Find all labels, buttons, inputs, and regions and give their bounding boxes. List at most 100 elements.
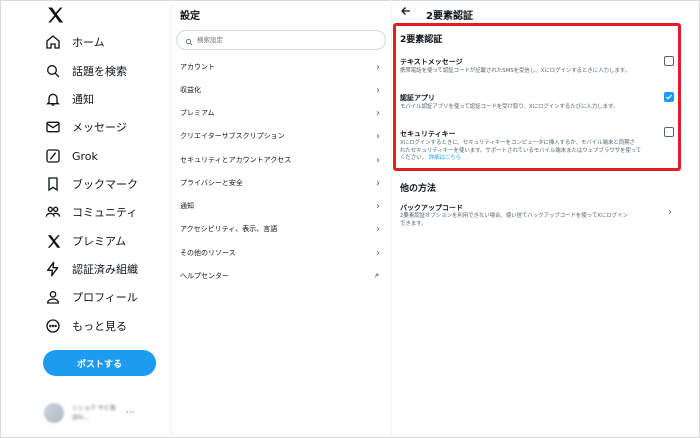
desc-line: 2要素認証オプションを利用できない場合、使い捨てバックアップコードを使ってXにロ… bbox=[400, 213, 628, 219]
chevron-right-icon: › bbox=[376, 130, 380, 142]
profile-icon bbox=[44, 288, 62, 306]
bookmark-icon bbox=[44, 175, 62, 193]
settings-item-label: ヘルプセンター bbox=[180, 272, 229, 280]
security-key-checkbox[interactable] bbox=[664, 127, 674, 137]
nav-label: プレミアム bbox=[72, 235, 127, 248]
backup-codes-item[interactable]: バックアップコード 2要素認証オプションを利用できない場合、使い捨てバックアップ… bbox=[392, 200, 682, 232]
learn-more-link[interactable]: 詳細はこちら bbox=[429, 155, 461, 161]
settings-item-label: アカウント bbox=[180, 63, 215, 71]
settings-item-label: アクセシビリティ、表示、言語 bbox=[180, 225, 278, 233]
desc-line: ください。 詳細はこちら bbox=[400, 155, 670, 163]
option-desc-sms: 携帯電話を使って認証コードが記載されたSMSを受信し、Xにログインするときに入力… bbox=[400, 68, 631, 74]
nav-item-verified-orgs[interactable]: 認証済み組織 bbox=[44, 256, 164, 282]
mail-icon bbox=[44, 118, 62, 136]
auth-app-checkbox[interactable] bbox=[664, 92, 674, 102]
settings-item-label: セキュリティとアカウントアクセス bbox=[180, 156, 292, 164]
account-name: シショク サビ島 bbox=[72, 405, 116, 412]
nav-label: 通知 bbox=[72, 93, 94, 106]
desc-line: Xにログインするときに、セキュリティキーをコンピュータに挿入するか、モバイル端末… bbox=[400, 140, 635, 146]
settings-item-accessibility[interactable]: アクセシビリティ、表示、言語 › bbox=[172, 219, 392, 239]
nav-item-bookmarks[interactable]: ブックマーク bbox=[44, 171, 164, 197]
two-factor-detail: 2要素認証 2要素認証 テキストメッセージ 携帯電話を使って認証コードが記載され… bbox=[392, 0, 700, 438]
home-icon bbox=[44, 33, 62, 51]
more-icon bbox=[44, 317, 62, 335]
settings-item-resources[interactable]: その他のリソース › bbox=[172, 243, 392, 263]
option-desc-security-key: Xにログインするときに、セキュリティキーをコンピュータに挿入するか、モバイル端末… bbox=[400, 140, 670, 163]
nav-item-notifications[interactable]: 通知 bbox=[44, 86, 164, 112]
search-icon bbox=[185, 31, 193, 50]
x-premium-icon bbox=[44, 232, 62, 250]
desc-text: ください。 bbox=[400, 155, 427, 161]
back-arrow-icon[interactable] bbox=[400, 5, 412, 20]
settings-item-privacy[interactable]: プライバシーと安全 › bbox=[172, 173, 392, 193]
nav-label: メッセージ bbox=[72, 121, 127, 134]
chevron-right-icon: › bbox=[376, 154, 380, 166]
settings-item-security[interactable]: セキュリティとアカウントアクセス › bbox=[172, 150, 392, 170]
chevron-right-icon: › bbox=[376, 200, 380, 212]
chevron-right-icon: › bbox=[376, 107, 380, 119]
settings-column: 設定 アカウント › 収益化 › プレミアム › クリエイターサブスクリプション… bbox=[172, 0, 392, 438]
nav-label: 認証済み組織 bbox=[72, 263, 138, 276]
checkmark-icon bbox=[665, 94, 673, 100]
nav-item-more[interactable]: もっと見る bbox=[44, 313, 164, 339]
nav-item-communities[interactable]: コミュニティ bbox=[44, 199, 164, 225]
option-desc-auth-app: モバイル認証アプリを使って認証コードを受け取り、Xにログインするたびに入力します… bbox=[400, 104, 619, 110]
nav-label: Grok bbox=[72, 149, 98, 163]
nav-item-premium[interactable]: プレミアム bbox=[44, 228, 164, 254]
nav-label: 話題を検索 bbox=[72, 65, 127, 78]
settings-item-label: 通知 bbox=[180, 202, 194, 210]
nav-item-grok[interactable]: Grok bbox=[44, 143, 164, 169]
settings-item-creator-subscriptions[interactable]: クリエイターサブスクリプション › bbox=[172, 126, 392, 146]
desc-line: できます。 bbox=[400, 220, 427, 227]
bell-icon bbox=[44, 90, 62, 108]
chevron-right-icon: › bbox=[376, 247, 380, 259]
nav-label: コミュニティ bbox=[72, 206, 138, 219]
nav-label: ブックマーク bbox=[72, 178, 138, 191]
settings-item-account[interactable]: アカウント › bbox=[172, 57, 392, 77]
settings-item-label: クリエイターサブスクリプション bbox=[180, 132, 285, 140]
nav-item-messages[interactable]: メッセージ bbox=[44, 114, 164, 140]
x-logo-icon[interactable] bbox=[46, 6, 66, 26]
nav-item-profile[interactable]: プロフィール bbox=[44, 284, 164, 310]
sms-checkbox[interactable] bbox=[664, 56, 674, 66]
chevron-right-icon: › bbox=[376, 223, 380, 235]
post-button[interactable]: ポストする bbox=[43, 350, 156, 376]
nav-label: もっと見る bbox=[72, 320, 127, 333]
settings-item-label: 収益化 bbox=[180, 86, 201, 94]
settings-search[interactable] bbox=[176, 30, 386, 50]
community-icon bbox=[44, 203, 62, 221]
nav-label: ホーム bbox=[72, 36, 105, 49]
backup-codes-desc: 2要素認証オプションを利用できない場合、使い捨てバックアップコードを使ってXにロ… bbox=[400, 213, 668, 228]
more-dots-icon: ··· bbox=[125, 408, 135, 418]
lightning-icon bbox=[44, 260, 62, 278]
other-methods-title: 他の方法 bbox=[400, 184, 437, 194]
chevron-right-icon: › bbox=[376, 61, 380, 73]
option-title-sms: テキストメッセージ bbox=[400, 58, 463, 66]
settings-item-label: その他のリソース bbox=[180, 249, 236, 257]
option-title-security-key: セキュリティキー bbox=[400, 130, 456, 138]
nav-item-home[interactable]: ホーム bbox=[44, 29, 164, 55]
search-input[interactable] bbox=[197, 36, 367, 44]
option-title-auth-app: 認証アプリ bbox=[400, 94, 435, 102]
section-title: 2要素認証 bbox=[400, 35, 443, 45]
settings-item-notifications[interactable]: 通知 › bbox=[172, 196, 392, 216]
settings-item-label: プライバシーと安全 bbox=[180, 179, 243, 187]
account-switcher[interactable]: シショク サビ島 @lo... ··· bbox=[44, 398, 168, 428]
settings-title: 設定 bbox=[180, 11, 200, 22]
settings-item-monetization[interactable]: 収益化 › bbox=[172, 80, 392, 100]
nav-item-explore[interactable]: 話題を検索 bbox=[44, 58, 164, 84]
grok-icon bbox=[44, 147, 62, 165]
chevron-right-icon: › bbox=[376, 84, 380, 96]
desc-line: れたセキュリティキーを使います。サポートされているモバイル端末またはウェブブラウ… bbox=[400, 147, 642, 154]
account-info: シショク サビ島 @lo... bbox=[72, 404, 116, 422]
chevron-right-icon: › bbox=[376, 177, 380, 189]
nav-label: プロフィール bbox=[72, 291, 138, 304]
search-icon bbox=[44, 62, 62, 80]
settings-item-help-center[interactable]: ヘルプセンター bbox=[172, 266, 392, 286]
settings-item-label: プレミアム bbox=[180, 109, 215, 117]
external-link-icon bbox=[373, 271, 380, 282]
account-handle: @lo... bbox=[72, 414, 89, 421]
chevron-right-icon: › bbox=[668, 207, 672, 218]
settings-item-premium[interactable]: プレミアム › bbox=[172, 103, 392, 123]
backup-codes-title: バックアップコード bbox=[400, 204, 463, 212]
